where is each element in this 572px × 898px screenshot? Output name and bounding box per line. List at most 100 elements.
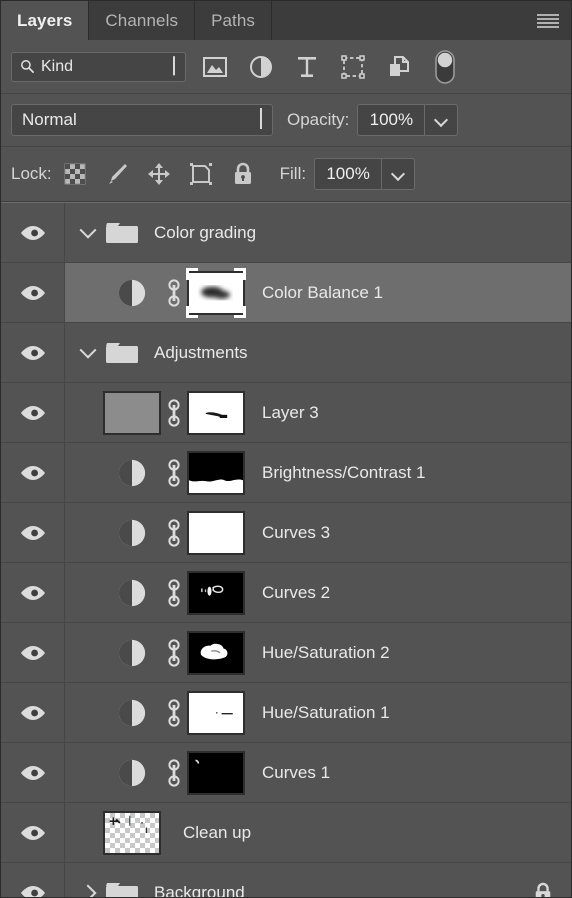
- filter-shape-layers-icon[interactable]: [340, 54, 366, 80]
- eye-icon: [20, 405, 45, 420]
- layer-mask-link-icon[interactable]: [163, 458, 185, 488]
- layer-row[interactable]: Brightness/Contrast 1: [1, 443, 571, 503]
- filter-kind-label: Kind: [41, 57, 74, 75]
- layer-row-body[interactable]: Adjustments: [65, 323, 571, 382]
- lock-position-icon[interactable]: [146, 161, 172, 187]
- layer-row[interactable]: Curves 2: [1, 563, 571, 623]
- tab-paths[interactable]: Paths: [195, 1, 273, 40]
- layer-thumbnail[interactable]: [101, 578, 163, 608]
- chain-link-icon: [168, 758, 180, 787]
- layer-visibility-toggle[interactable]: [1, 203, 65, 262]
- layer-row-body[interactable]: Curves 3: [65, 503, 571, 562]
- lock-transparent-pixels-icon[interactable]: [62, 161, 88, 187]
- layer-row[interactable]: Clean up: [1, 803, 571, 863]
- layer-mask-link-icon[interactable]: [163, 758, 185, 788]
- filter-kind-dropdown[interactable]: Kind: [11, 51, 186, 82]
- tab-bar-filler: [272, 1, 525, 40]
- layer-row[interactable]: Adjustments: [1, 323, 571, 383]
- adjustment-icon: [117, 638, 147, 668]
- layer-row-body[interactable]: Brightness/Contrast 1: [65, 443, 571, 502]
- layer-mask-link-icon[interactable]: [163, 398, 185, 428]
- layer-thumbnail[interactable]: [101, 810, 163, 855]
- layer-visibility-toggle[interactable]: [1, 323, 65, 382]
- layer-visibility-toggle[interactable]: [1, 263, 65, 322]
- filter-adjustment-layers-icon[interactable]: [248, 54, 274, 80]
- layer-thumbnail[interactable]: [101, 390, 163, 435]
- lock-artboard-nesting-icon[interactable]: [188, 161, 214, 187]
- layer-visibility-toggle[interactable]: [1, 443, 65, 502]
- chevron-right-icon: [79, 884, 97, 897]
- layer-mask-link-icon[interactable]: [163, 638, 185, 668]
- layer-row[interactable]: Background: [1, 863, 571, 897]
- layer-row-body[interactable]: Background: [65, 863, 571, 897]
- blend-mode-dropdown[interactable]: Normal: [11, 104, 273, 136]
- panel-menu-button[interactable]: [525, 1, 571, 40]
- filter-toggle-switch[interactable]: [432, 49, 458, 84]
- folder-icon: [105, 220, 139, 246]
- layer-row-body[interactable]: Color Balance 1: [65, 263, 571, 322]
- layer-mask-thumbnail[interactable]: [185, 570, 247, 615]
- layer-mask-link-icon[interactable]: [163, 518, 185, 548]
- opacity-field[interactable]: 100%: [357, 104, 459, 136]
- filter-type-layers-icon[interactable]: [294, 54, 320, 80]
- layer-thumbnail[interactable]: [101, 758, 163, 788]
- layer-visibility-toggle[interactable]: [1, 623, 65, 682]
- layer-visibility-toggle[interactable]: [1, 383, 65, 442]
- layer-visibility-toggle[interactable]: [1, 563, 65, 622]
- layer-row[interactable]: Curves 3: [1, 503, 571, 563]
- layer-thumbnail[interactable]: [101, 698, 163, 728]
- lock-image-pixels-icon[interactable]: [104, 161, 130, 187]
- layer-mask-thumbnail[interactable]: [185, 450, 247, 495]
- layer-row[interactable]: Curves 1: [1, 743, 571, 803]
- layer-visibility-toggle[interactable]: [1, 683, 65, 742]
- layer-row[interactable]: Color Balance 1: [1, 263, 571, 323]
- layer-row-body[interactable]: Color grading: [65, 203, 571, 262]
- opacity-stepper-button[interactable]: [424, 105, 457, 135]
- group-disclosure-toggle[interactable]: [75, 221, 101, 239]
- layer-mask-thumbnail[interactable]: [185, 750, 247, 795]
- layer-row[interactable]: Color grading: [1, 203, 571, 263]
- fill-value[interactable]: 100%: [315, 159, 381, 189]
- fill-field[interactable]: 100%: [314, 158, 416, 190]
- tab-layers[interactable]: Layers: [1, 1, 90, 40]
- fill-stepper-button[interactable]: [381, 159, 414, 189]
- tab-channels[interactable]: Channels: [89, 1, 196, 40]
- layer-mask-link-icon[interactable]: [163, 278, 185, 308]
- group-disclosure-toggle[interactable]: [75, 341, 101, 359]
- layer-mask-link-icon[interactable]: [163, 578, 185, 608]
- adjustment-icon: [117, 698, 147, 728]
- filter-pixel-layers-icon[interactable]: [202, 54, 228, 80]
- layer-thumbnail[interactable]: [101, 278, 163, 308]
- layer-row-body[interactable]: Hue/Saturation 2: [65, 623, 571, 682]
- layer-mask-thumbnail[interactable]: [185, 690, 247, 735]
- layer-visibility-toggle[interactable]: [1, 803, 65, 862]
- layer-thumbnail[interactable]: [101, 458, 163, 488]
- layer-thumbnail[interactable]: [101, 518, 163, 548]
- layer-visibility-toggle[interactable]: [1, 503, 65, 562]
- filter-smart-object-layers-icon[interactable]: [386, 54, 412, 80]
- layer-row-body[interactable]: Curves 2: [65, 563, 571, 622]
- layer-row-body[interactable]: Hue/Saturation 1: [65, 683, 571, 742]
- layer-mask-thumbnail[interactable]: [185, 267, 247, 318]
- layer-row-body[interactable]: Layer 3: [65, 383, 571, 442]
- lock-all-icon[interactable]: [230, 161, 256, 187]
- layer-mask-thumbnail[interactable]: [185, 630, 247, 675]
- layer-row-body[interactable]: Clean up: [65, 803, 571, 862]
- layer-row[interactable]: Hue/Saturation 2: [1, 623, 571, 683]
- opacity-value[interactable]: 100%: [358, 105, 424, 135]
- filter-type-icons: [202, 49, 458, 84]
- layer-mask-link-icon[interactable]: [163, 698, 185, 728]
- layer-row[interactable]: Layer 3: [1, 383, 571, 443]
- layer-mask-thumbnail[interactable]: [185, 390, 247, 435]
- chevron-down-icon: [173, 55, 175, 75]
- layer-thumbnail[interactable]: [101, 638, 163, 668]
- layer-list[interactable]: Color grading Color Balance 1 Adjustment…: [1, 202, 571, 897]
- layer-visibility-toggle[interactable]: [1, 863, 65, 897]
- chain-link-icon: [168, 518, 180, 547]
- layer-visibility-toggle[interactable]: [1, 743, 65, 802]
- group-disclosure-toggle[interactable]: [75, 884, 101, 897]
- mask-selection-bracket: [186, 305, 198, 318]
- layer-mask-thumbnail[interactable]: [185, 510, 247, 555]
- layer-row-body[interactable]: Curves 1: [65, 743, 571, 802]
- layer-row[interactable]: Hue/Saturation 1: [1, 683, 571, 743]
